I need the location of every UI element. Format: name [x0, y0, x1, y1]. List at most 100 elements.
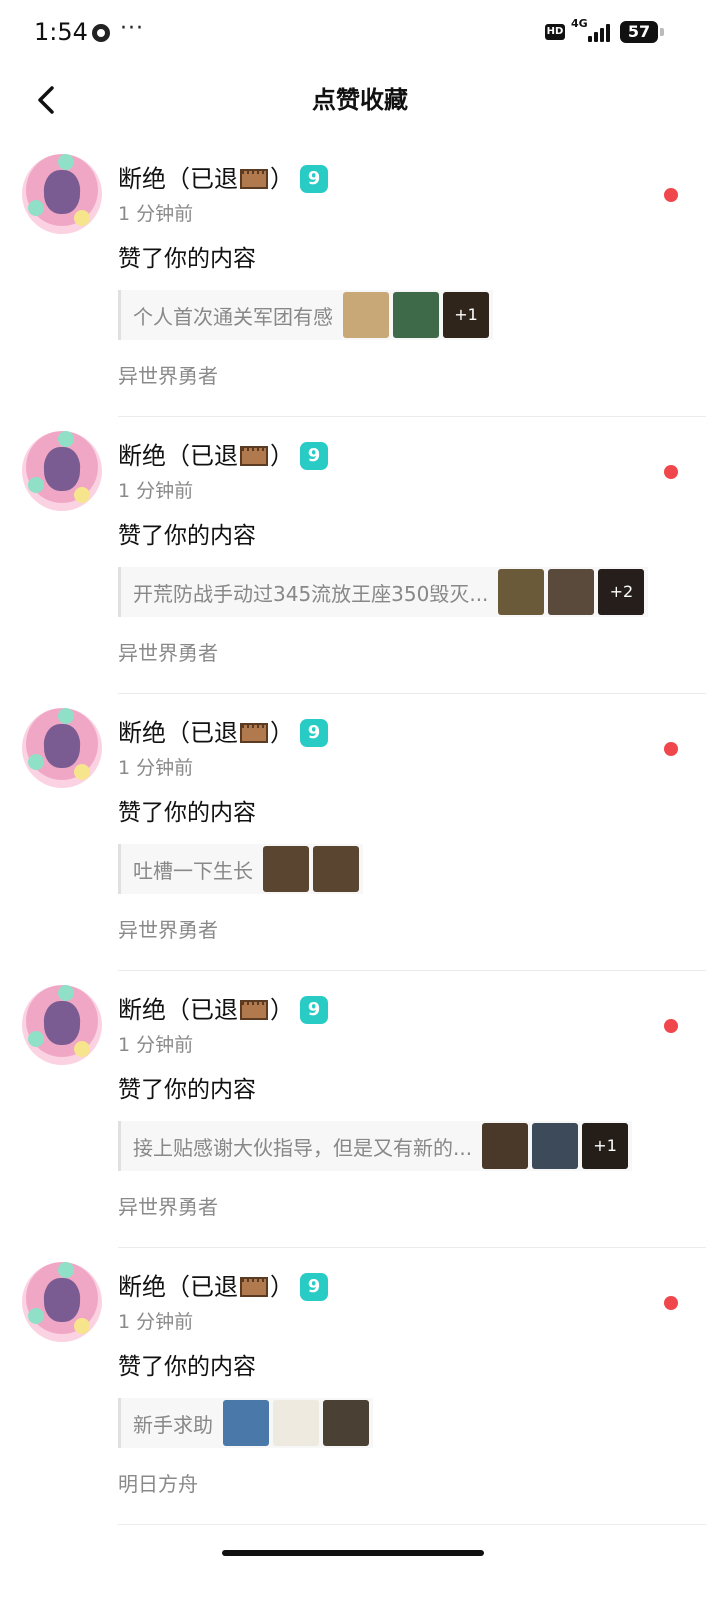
post-preview[interactable]: 接上贴感谢大伙指导，但是又有新的... +1 — [118, 1121, 633, 1171]
user-name-row[interactable]: 断绝（已退 ） 9 — [118, 162, 328, 196]
post-thumbnail[interactable] — [393, 292, 439, 338]
network-type: 4G — [571, 17, 588, 30]
post-thumbnail[interactable] — [263, 846, 309, 892]
user-name[interactable]: 断绝（已退 — [118, 993, 238, 1027]
user-name-row[interactable]: 断绝（已退 ） 9 — [118, 993, 328, 1027]
avatar-decoration — [28, 1308, 44, 1324]
post-preview[interactable]: 个人首次通关军团有感 +1 — [118, 290, 493, 340]
status-time: 1:54 — [34, 18, 88, 46]
level-badge: 9 — [300, 719, 328, 747]
level-badge: 9 — [300, 996, 328, 1024]
divider — [118, 1524, 706, 1525]
avatar[interactable] — [22, 708, 102, 788]
timestamp: 1 分钟前 — [118, 1034, 194, 1056]
post-excerpt: 吐槽一下生长 — [133, 858, 253, 883]
user-name[interactable]: 断绝（已退 — [118, 1270, 238, 1304]
settings-status-icon — [92, 24, 110, 42]
home-indicator[interactable] — [222, 1550, 484, 1556]
user-name[interactable]: 断绝（已退 — [118, 439, 238, 473]
post-thumbnail[interactable] — [313, 846, 359, 892]
film-emoji-icon — [240, 1277, 268, 1297]
level-badge: 9 — [300, 442, 328, 470]
notification-item[interactable]: 断绝（已退 ） 9 1 分钟前 赞了你的内容 接上贴感谢大伙指导，但是又有新的.… — [0, 971, 720, 1248]
post-thumbnail[interactable]: +2 — [598, 569, 645, 615]
post-thumbnail[interactable] — [323, 1400, 369, 1446]
avatar-face — [44, 724, 80, 768]
level-badge: 9 — [300, 165, 328, 193]
notification-item[interactable]: 断绝（已退 ） 9 1 分钟前 赞了你的内容 新手求助 明日方舟 — [0, 1248, 720, 1525]
avatar[interactable] — [22, 154, 102, 234]
status-bar: 1:54 ··· HD 4G 57 — [0, 0, 720, 64]
unread-dot — [664, 465, 678, 479]
unread-dot — [664, 1296, 678, 1310]
user-name-row[interactable]: 断绝（已退 ） 9 — [118, 439, 328, 473]
post-thumbnail[interactable] — [223, 1400, 269, 1446]
page-title: 点赞收藏 — [312, 86, 408, 114]
battery-icon: 57 — [620, 21, 658, 43]
notification-item[interactable]: 断绝（已退 ） 9 1 分钟前 赞了你的内容 个人首次通关军团有感 +1 异世界… — [0, 140, 720, 417]
post-preview[interactable]: 开荒防战手动过345流放王座350毁灭... +2 — [118, 567, 649, 617]
game-tag[interactable]: 明日方舟 — [118, 1470, 198, 1498]
post-excerpt: 个人首次通关军团有感 — [133, 304, 333, 329]
film-emoji-icon — [240, 446, 268, 466]
post-preview[interactable]: 吐槽一下生长 — [118, 844, 363, 894]
signal-icon — [588, 24, 614, 42]
post-excerpt: 开荒防战手动过345流放王座350毁灭... — [133, 581, 489, 606]
timestamp: 1 分钟前 — [118, 1311, 194, 1333]
film-emoji-icon — [240, 723, 268, 743]
post-thumbnail[interactable] — [498, 569, 545, 615]
hd-icon: HD — [545, 24, 565, 40]
film-emoji-icon — [240, 169, 268, 189]
avatar-decoration — [58, 431, 74, 447]
more-images-count: +1 — [443, 292, 489, 338]
notification-item[interactable]: 断绝（已退 ） 9 1 分钟前 赞了你的内容 吐槽一下生长 异世界勇者 — [0, 694, 720, 971]
avatar[interactable] — [22, 431, 102, 511]
avatar[interactable] — [22, 1262, 102, 1342]
user-name[interactable]: 断绝（已退 — [118, 716, 238, 750]
post-thumbnail[interactable] — [343, 292, 389, 338]
action-text: 赞了你的内容 — [118, 1354, 256, 1380]
avatar-decoration — [28, 1031, 44, 1047]
game-tag[interactable]: 异世界勇者 — [118, 916, 218, 944]
avatar-decoration — [58, 154, 74, 170]
avatar-face — [44, 447, 80, 491]
post-thumbnail[interactable] — [532, 1123, 579, 1169]
post-thumbnail[interactable]: +1 — [443, 292, 489, 338]
avatar-decoration — [28, 200, 44, 216]
user-name-row[interactable]: 断绝（已退 ） 9 — [118, 1270, 328, 1304]
avatar-decoration — [74, 487, 90, 503]
timestamp: 1 分钟前 — [118, 757, 194, 779]
battery-cap — [660, 28, 664, 36]
user-name-suffix: ） — [270, 719, 294, 747]
avatar[interactable] — [22, 985, 102, 1065]
action-text: 赞了你的内容 — [118, 246, 256, 272]
action-text: 赞了你的内容 — [118, 800, 256, 826]
action-text: 赞了你的内容 — [118, 1077, 256, 1103]
post-preview[interactable]: 新手求助 — [118, 1398, 373, 1448]
avatar-decoration — [74, 1318, 90, 1334]
game-tag[interactable]: 异世界勇者 — [118, 1193, 218, 1221]
avatar-decoration — [58, 1262, 74, 1278]
user-name[interactable]: 断绝（已退 — [118, 162, 238, 196]
avatar-face — [44, 170, 80, 214]
post-thumbnail[interactable] — [548, 569, 595, 615]
more-notifications-icon: ··· — [120, 16, 144, 41]
avatar-decoration — [28, 477, 44, 493]
avatar-face — [44, 1001, 80, 1045]
avatar-decoration — [74, 1041, 90, 1057]
post-thumbnail[interactable] — [482, 1123, 529, 1169]
user-name-suffix: ） — [270, 442, 294, 470]
notification-item[interactable]: 断绝（已退 ） 9 1 分钟前 赞了你的内容 开荒防战手动过345流放王座350… — [0, 417, 720, 694]
post-thumbnail[interactable] — [273, 1400, 319, 1446]
avatar-decoration — [58, 708, 74, 724]
avatar-decoration — [28, 754, 44, 770]
timestamp: 1 分钟前 — [118, 480, 194, 502]
post-thumbnail[interactable]: +1 — [582, 1123, 629, 1169]
game-tag[interactable]: 异世界勇者 — [118, 362, 218, 390]
timestamp: 1 分钟前 — [118, 203, 194, 225]
action-text: 赞了你的内容 — [118, 523, 256, 549]
game-tag[interactable]: 异世界勇者 — [118, 639, 218, 667]
user-name-row[interactable]: 断绝（已退 ） 9 — [118, 716, 328, 750]
more-images-count: +2 — [598, 569, 645, 615]
avatar-decoration — [74, 210, 90, 226]
